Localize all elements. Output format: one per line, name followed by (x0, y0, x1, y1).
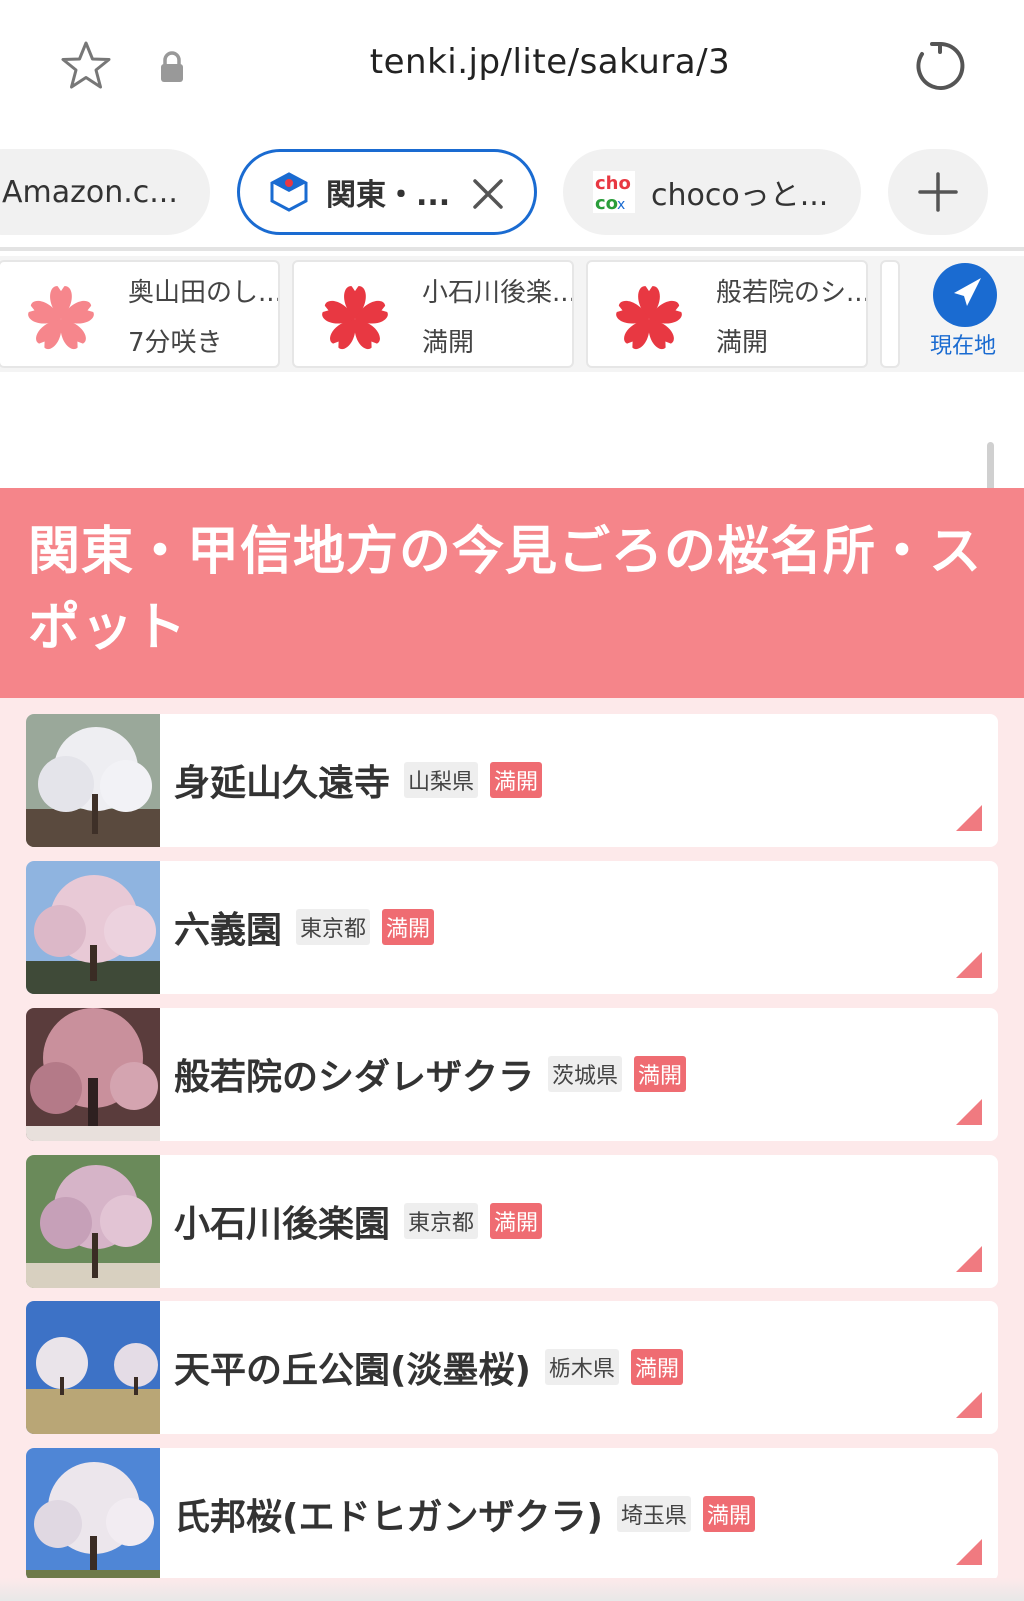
list-item[interactable]: 氏邦桜(エドヒガンザクラ) 埼玉県 満開 (26, 1448, 998, 1581)
cherry-blossom-icon (322, 286, 388, 349)
svg-text:co: co (595, 193, 618, 213)
spot-thumbnail (26, 1448, 160, 1581)
prefecture-tag: 茨城県 (548, 1056, 623, 1092)
cherry-blossom-icon (616, 286, 682, 349)
spot-title: 氏邦桜(エドヒガンザクラ) 埼玉県 満開 (174, 1488, 755, 1540)
bloom-status-badge: 満開 (702, 1496, 755, 1532)
tab-amazon[interactable]: Amazon.c... (0, 149, 210, 235)
spot-thumbnail (26, 714, 160, 847)
bottom-edge (0, 1578, 1024, 1601)
sakura-card[interactable]: 奥山田のし... 7分咲き (0, 260, 280, 368)
bookmark-star-icon[interactable] (60, 40, 112, 92)
bloom-status-badge: 満開 (490, 1203, 543, 1239)
prefecture-tag: 山梨県 (404, 762, 479, 798)
bloom-status-badge: 満開 (634, 1056, 687, 1092)
corner-triangle-icon (956, 1539, 982, 1565)
page-title: 関東・甲信地方の今見ごろの桜名所・スポット (28, 522, 983, 658)
sakura-card-status: 満開 (716, 328, 769, 358)
spot-title: 般若院のシダレザクラ 茨城県 満開 (174, 1048, 687, 1100)
tab-strip: Amazon.c... 関東・... cho co x chocoっと... (0, 143, 1024, 243)
location-arrow-icon (933, 263, 997, 327)
list-item[interactable]: 小石川後楽園 東京都 満開 (26, 1155, 998, 1288)
tab-active-kanto[interactable]: 関東・... (237, 149, 537, 235)
spot-thumbnail (26, 861, 160, 994)
spot-name: 天平の丘公園(淡墨桜) (174, 1350, 531, 1391)
bloom-status-badge: 満開 (630, 1349, 683, 1385)
sakura-card-name: 般若院のシ... (716, 278, 866, 308)
spot-thumbnail (26, 1008, 160, 1141)
tab-label: 関東・... (326, 178, 451, 213)
svg-text:x: x (617, 197, 625, 213)
url-text[interactable]: tenki.jp/lite/sakura/3 (250, 42, 850, 82)
sakura-card[interactable]: 般若院のシ... 満開 (586, 260, 868, 368)
spot-name: 小石川後楽園 (174, 1204, 391, 1245)
sakura-card[interactable]: 小石川後楽... 満開 (292, 260, 574, 368)
prefecture-tag: 東京都 (404, 1203, 479, 1239)
spot-title: 天平の丘公園(淡墨桜) 栃木県 満開 (174, 1341, 683, 1393)
prefecture-tag: 栃木県 (544, 1349, 619, 1385)
divider (0, 247, 1024, 251)
sakura-card-status: 7分咲き (128, 328, 223, 358)
list-item[interactable]: 六義園 東京都 満開 (26, 861, 998, 994)
tab-label: chocoっと... (651, 178, 829, 213)
spot-title: 身延山久遠寺 山梨県 満開 (174, 754, 543, 806)
current-location-button[interactable]: 現在地 (902, 256, 1024, 372)
corner-triangle-icon (956, 805, 982, 831)
list-item[interactable]: 般若院のシダレザクラ 茨城県 満開 (26, 1008, 998, 1141)
svg-text:cho: cho (595, 173, 631, 194)
spot-name: 氏邦桜(エドヒガンザクラ) (174, 1497, 603, 1538)
spot-thumbnail (26, 1301, 160, 1434)
sakura-card-name: 小石川後楽... (422, 278, 572, 308)
spot-title: 六義園 東京都 満開 (174, 901, 435, 953)
tenki-favicon-icon (270, 172, 308, 212)
tab-label: Amazon.c... (2, 174, 178, 210)
prefecture-tag: 東京都 (296, 909, 371, 945)
corner-triangle-icon (956, 952, 982, 978)
prefecture-tag: 埼玉県 (616, 1496, 691, 1532)
bloom-status-badge: 満開 (382, 909, 435, 945)
spot-thumbnail (26, 1155, 160, 1288)
section-heading: 関東・甲信地方の今見ごろの桜名所・スポット (0, 488, 1024, 698)
corner-triangle-icon (956, 1099, 982, 1125)
spot-name: 般若院のシダレザクラ (174, 1057, 535, 1098)
spot-title: 小石川後楽園 東京都 満開 (174, 1195, 543, 1247)
plus-icon (918, 172, 958, 212)
spot-name: 六義園 (174, 910, 283, 951)
list-item[interactable]: 天平の丘公園(淡墨桜) 栃木県 満開 (26, 1301, 998, 1434)
lock-icon (161, 51, 183, 82)
sakura-card-partial[interactable] (880, 260, 900, 368)
sakura-quick-strip: 奥山田のし... 7分咲き 小石川後楽... 満開 般若院のシ... 満開 現在… (0, 256, 1024, 372)
choco-favicon-icon: cho co x (593, 171, 635, 213)
cherry-blossom-icon (28, 286, 94, 349)
sakura-card-name: 奥山田のし... (128, 278, 278, 308)
tab-choco[interactable]: cho co x chocoっと... (563, 149, 861, 235)
spot-name: 身延山久遠寺 (174, 763, 391, 804)
new-tab-button[interactable] (888, 149, 988, 235)
list-item[interactable]: 身延山久遠寺 山梨県 満開 (26, 714, 998, 847)
reload-icon[interactable] (912, 38, 968, 94)
bloom-status-badge: 満開 (490, 762, 543, 798)
spot-list: 身延山久遠寺 山梨県 満開 六義園 東京都 満開 般若院のシダレザクラ 茨城県 … (0, 698, 1024, 1601)
current-location-label: 現在地 (929, 334, 996, 359)
sakura-card-status: 満開 (422, 328, 475, 358)
close-tab-icon[interactable] (470, 176, 506, 212)
url-bar: tenki.jp/lite/sakura/3 (0, 0, 1024, 135)
corner-triangle-icon (956, 1246, 982, 1272)
corner-triangle-icon (956, 1392, 982, 1418)
